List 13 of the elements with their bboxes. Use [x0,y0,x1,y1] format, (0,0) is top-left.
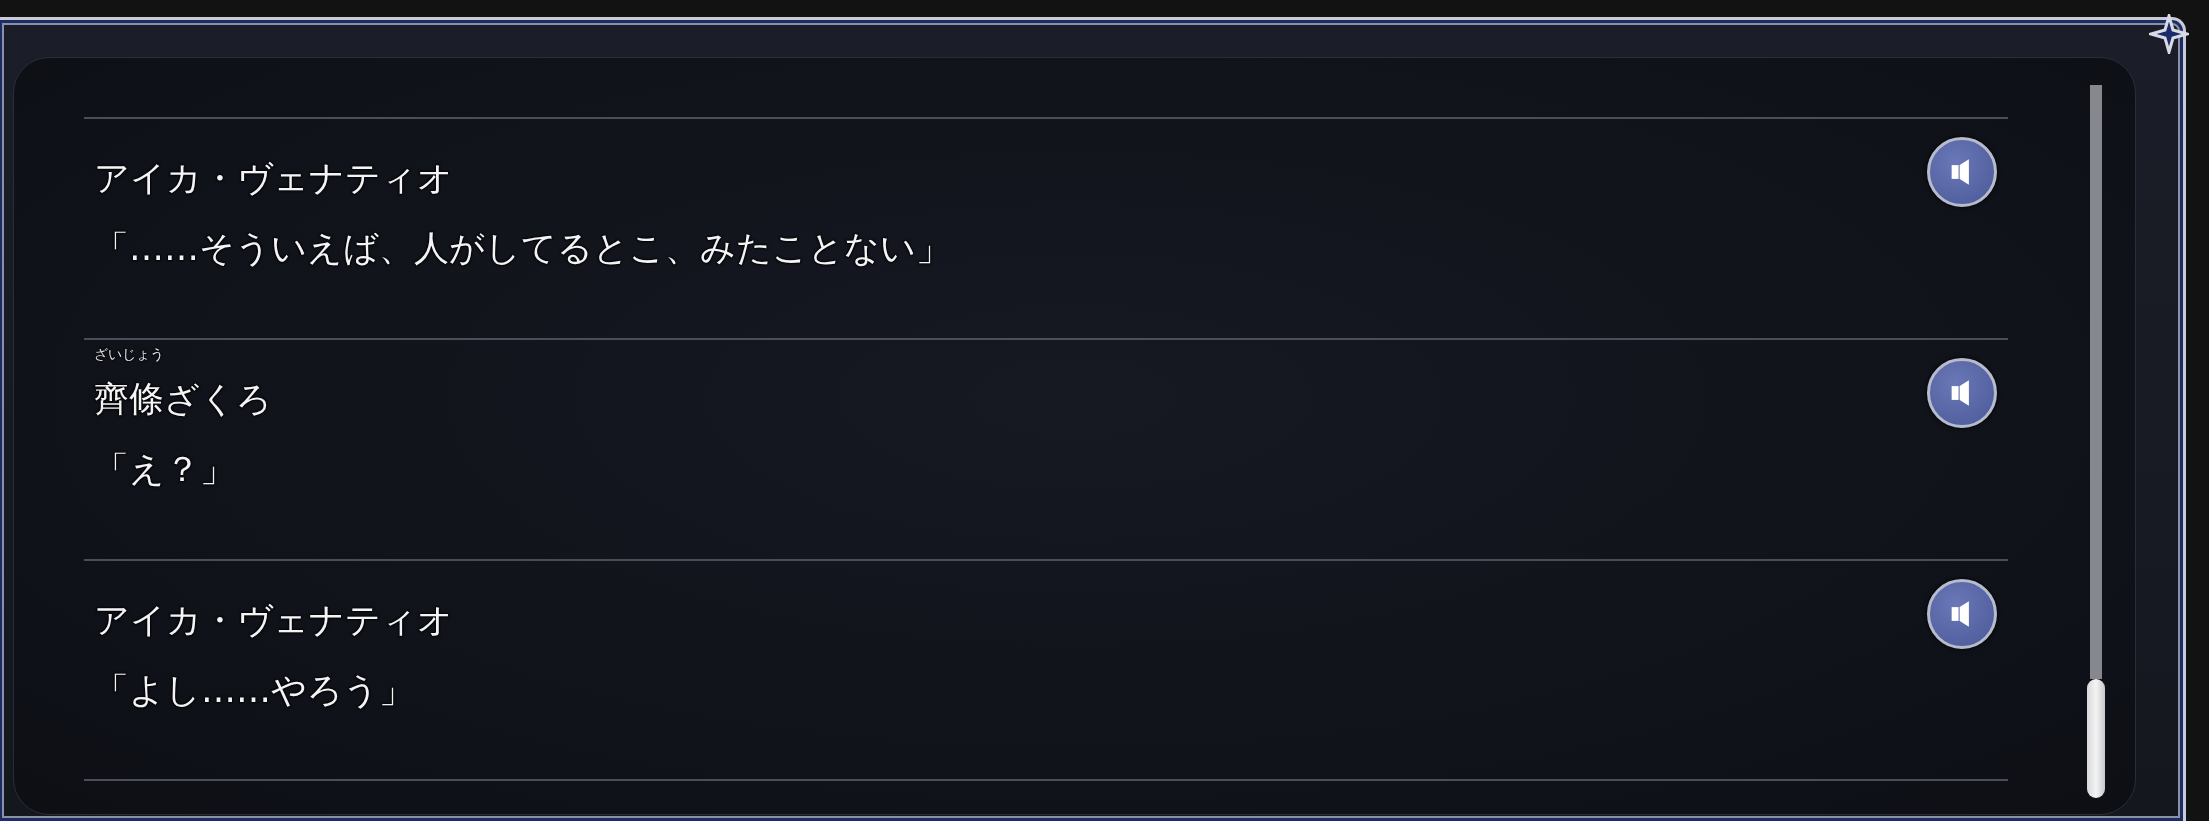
dialogue-text: 「……そういえば、人がしてるとこ、みたことない」 [94,227,952,270]
voice-replay-button[interactable] [1927,358,1997,428]
dialogue-text: 「え？」 [94,448,236,491]
speaker-name: 齊條ざくろ [94,379,272,419]
speaker-name: アイカ・ヴェナティオ [94,158,453,198]
voice-replay-button[interactable] [1927,137,1997,207]
scrollbar-thumb[interactable] [2087,679,2105,798]
ruby-text: ざいじょう [94,346,164,364]
speaker-name: アイカ・ヴェナティオ [94,600,453,640]
star-ornament-icon [2149,14,2189,54]
scrollbar-track[interactable] [2090,85,2102,679]
voice-replay-button[interactable] [1927,579,1997,649]
dialogue-text: 「よし……やろう」 [94,669,415,712]
